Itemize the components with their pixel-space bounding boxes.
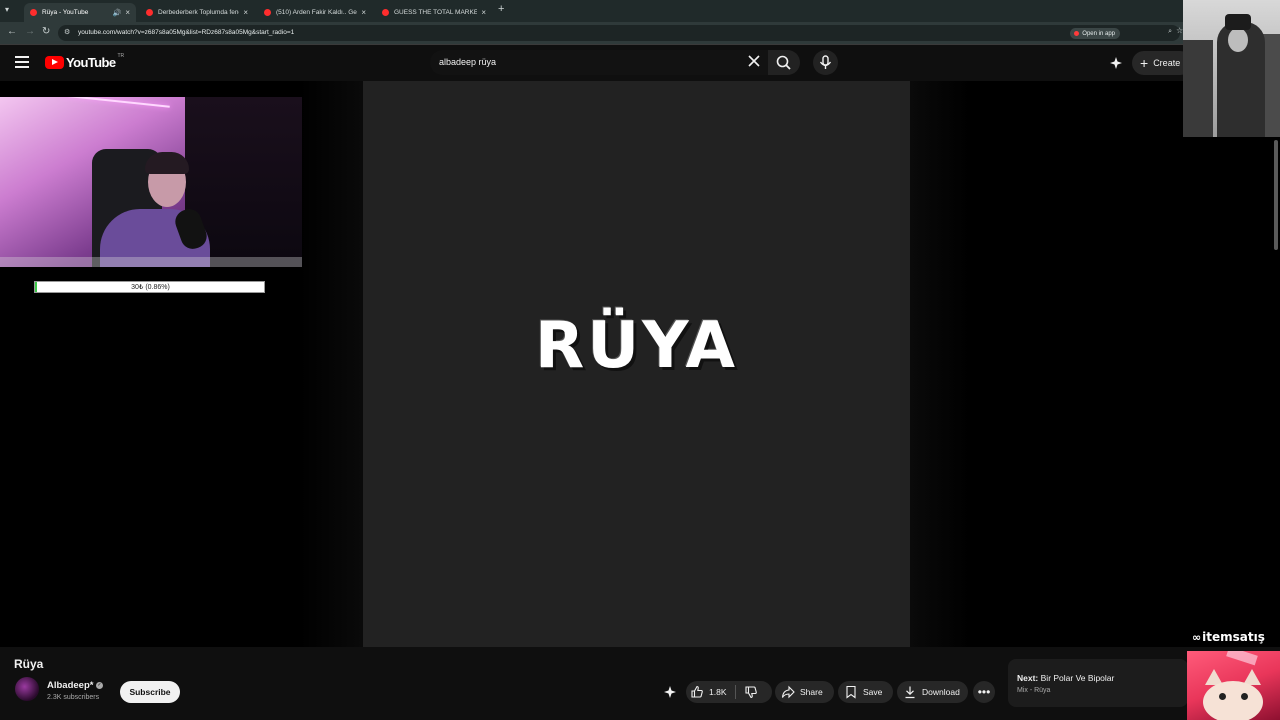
like-divider [734,685,736,699]
open-in-app-button[interactable]: Open in app [1070,28,1120,39]
tab-label: Derbederberk Toplumda fenom [158,9,240,16]
share-label: Share [800,687,823,697]
video-metadata: Rüya Albadeep* ✓ 2.3K subscribers Subscr… [0,647,1280,720]
channel-avatar[interactable] [15,677,39,701]
up-next-title: Next: Bir Polar Ve Bipolar [1017,673,1114,683]
browser-tab[interactable]: GUESS THE TOTAL MARKET VA × [376,3,492,22]
tab-search-icon[interactable]: ▾ [5,5,9,14]
cat-video-overlay [1187,651,1280,720]
thumbs-up-icon [691,685,703,698]
player-letterbox-right [910,81,970,647]
watermark-logo-icon: ∞ [1192,630,1202,644]
download-button[interactable]: Download [897,681,968,703]
save-button[interactable]: Save [838,681,893,703]
subscriber-count: 2.3K subscribers [47,694,100,701]
youtube-logo[interactable]: YouTube TR [45,52,125,70]
sponsor-watermark: ∞ itemsatış [1192,630,1265,644]
tab-label: (510) Arden Fakir Kaldı.. Gerçe [276,9,358,16]
like-count: 1.8K [709,687,727,697]
forward-icon[interactable]: → [25,26,35,37]
reload-icon[interactable]: ↻ [42,26,50,37]
youtube-favicon-icon [146,9,153,16]
open-in-app-label: Open in app [1082,30,1115,37]
historical-photo-overlay [1183,0,1280,137]
tab-label: Rüya - YouTube [42,9,89,16]
tab-close-icon[interactable]: × [481,8,486,17]
download-icon [903,685,917,699]
ask-ai-icon[interactable] [1108,56,1124,70]
up-next-prefix: Next: [1017,673,1039,683]
browser-tab[interactable]: (510) Arden Fakir Kaldı.. Gerçe × [258,3,372,22]
youtube-favicon-icon [382,9,389,16]
hamburger-menu-icon[interactable] [15,56,29,68]
verified-badge-icon: ✓ [96,682,103,689]
youtube-play-icon [45,56,64,69]
search-button[interactable] [768,50,800,75]
browser-toolbar: ← → ↻ ⚙ youtube.com/watch?v=z687s8a05Mg&… [0,22,1280,44]
video-frame-title: RÜYA [535,309,738,383]
donation-goal-bar: 30₺ (0.86%) [34,281,265,293]
tab-label: GUESS THE TOTAL MARKET VA [394,9,478,16]
url-text: youtube.com/watch?v=z687s8a05Mg&list=RDz… [78,29,295,36]
address-bar[interactable]: ⚙ youtube.com/watch?v=z687s8a05Mg&list=R… [58,25,1180,41]
voice-search-button[interactable] [813,50,838,75]
youtube-favicon-icon [30,9,37,16]
share-icon [781,685,795,699]
clear-search-icon[interactable] [747,54,761,68]
microphone-icon [819,55,832,69]
page-scrollbar[interactable] [1274,140,1278,250]
share-button[interactable]: Share [775,681,834,703]
search-icon [776,55,791,70]
zoom-icon[interactable]: ⌕ [1168,28,1172,36]
browser-tab-active[interactable]: Rüya - YouTube 🔊 × [24,3,136,22]
like-button[interactable] [690,685,704,699]
channel-name[interactable]: Albadeep* [47,680,93,691]
plus-icon: + [1140,55,1149,71]
subscribe-button[interactable]: Subscribe [120,681,180,703]
up-next-subtitle: Mix - Rüya [1017,687,1051,694]
tab-close-icon[interactable]: × [243,8,248,17]
watermark-text: itemsatış [1202,630,1265,644]
up-next-card[interactable]: Next: Bir Polar Ve Bipolar Mix - Rüya [1008,659,1188,707]
up-next-video-title: Bir Polar Ve Bipolar [1040,673,1115,683]
back-icon[interactable]: ← [7,26,17,37]
browser-tab[interactable]: Derbederberk Toplumda fenom × [140,3,254,22]
download-label: Download [922,687,960,697]
speaker-icon[interactable]: 🔊 [113,9,122,17]
create-label: Create [1153,58,1181,68]
youtube-favicon-icon [264,9,271,16]
new-tab-icon[interactable]: + [498,3,504,15]
tab-close-icon[interactable]: × [125,8,130,17]
streamer-webcam [0,97,302,267]
goal-text: 30₺ (0.86%) [131,284,170,291]
logo-wordmark: YouTube [66,55,116,70]
youtube-masthead: YouTube TR albadeep rüya + Create [0,45,1280,81]
bookmark-icon [844,685,858,699]
youtube-app-icon [1074,31,1080,36]
country-code: TR [117,52,125,59]
player-letterbox-left [300,81,363,647]
thumbs-down-icon [744,686,757,699]
dislike-button[interactable] [744,685,758,699]
tab-close-icon[interactable]: × [361,8,366,17]
search-input[interactable]: albadeep rüya [430,50,768,75]
save-label: Save [863,687,883,697]
video-title: Rüya [14,657,44,671]
site-info-icon[interactable]: ⚙ [64,28,70,36]
more-actions-button[interactable]: ••• [973,681,995,703]
ask-ai-icon[interactable] [662,685,678,699]
search-query-text: albadeep rüya [439,57,497,67]
video-frame[interactable]: RÜYA [363,81,910,647]
more-horizontal-icon: ••• [977,685,991,699]
like-dislike-group: 1.8K [686,681,772,703]
browser-tab-bar: ▾ Rüya - YouTube 🔊 × Derbederberk Toplum… [0,0,1280,22]
